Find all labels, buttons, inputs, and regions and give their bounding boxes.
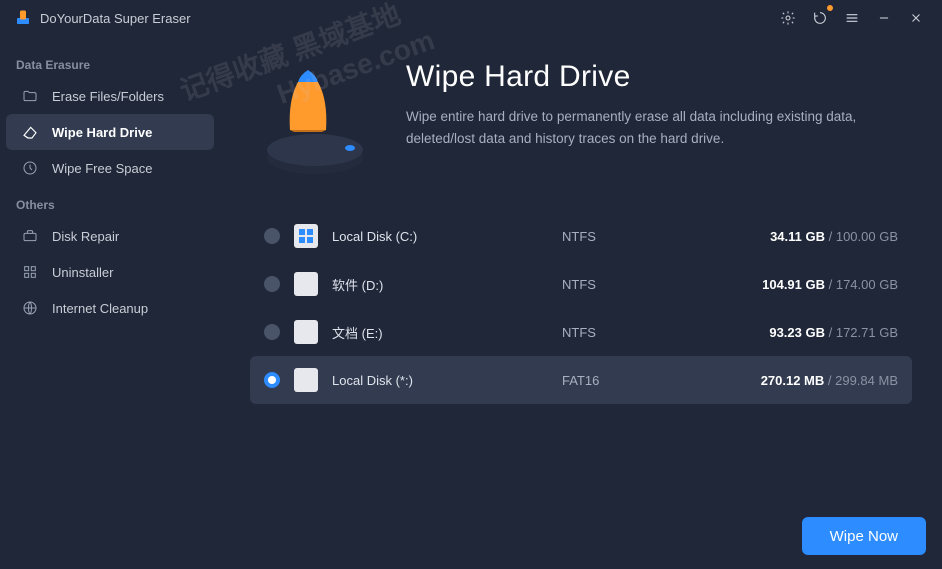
app-logo-icon <box>14 9 32 27</box>
drive-row[interactable]: Local Disk (C:)NTFS34.11 GB / 100.00 GB <box>250 212 912 260</box>
menu-icon[interactable] <box>840 6 864 30</box>
sidebar-group-others: Others <box>0 186 220 218</box>
drive-filesystem: NTFS <box>562 277 702 292</box>
grid-icon <box>20 262 40 282</box>
radio-icon[interactable] <box>264 372 280 388</box>
drive-name: Local Disk (C:) <box>332 229 562 244</box>
sidebar-item-wipe-free-space[interactable]: Wipe Free Space <box>6 150 214 186</box>
drive-row[interactable]: Local Disk (*:)FAT16270.12 MB / 299.84 M… <box>250 356 912 404</box>
drive-size: 104.91 GB / 174.00 GB <box>702 277 898 292</box>
toolbox-icon <box>20 226 40 246</box>
drive-icon <box>294 320 318 344</box>
drive-list: Local Disk (C:)NTFS34.11 GB / 100.00 GB软… <box>250 212 912 404</box>
drive-size: 270.12 MB / 299.84 MB <box>702 373 898 388</box>
drive-row[interactable]: 软件 (D:)NTFS104.91 GB / 174.00 GB <box>250 260 912 308</box>
radio-icon[interactable] <box>264 228 280 244</box>
drive-name: 软件 (D:) <box>332 275 562 294</box>
drive-name: 文档 (E:) <box>332 323 562 342</box>
drive-icon <box>294 272 318 296</box>
settings-gear-icon[interactable] <box>776 6 800 30</box>
sidebar-item-label: Disk Repair <box>52 229 119 244</box>
sidebar-item-label: Internet Cleanup <box>52 301 148 316</box>
sidebar-item-label: Wipe Hard Drive <box>52 125 152 140</box>
app-title: DoYourData Super Eraser <box>40 11 768 26</box>
drive-size: 93.23 GB / 172.71 GB <box>702 325 898 340</box>
radio-icon[interactable] <box>264 324 280 340</box>
sidebar-item-internet-cleanup[interactable]: Internet Cleanup <box>6 290 214 326</box>
sidebar-item-disk-repair[interactable]: Disk Repair <box>6 218 214 254</box>
radio-icon[interactable] <box>264 276 280 292</box>
drive-size: 34.11 GB / 100.00 GB <box>702 229 898 244</box>
sidebar-item-label: Wipe Free Space <box>52 161 152 176</box>
drive-filesystem: FAT16 <box>562 373 702 388</box>
globe-icon <box>20 298 40 318</box>
wipe-now-button[interactable]: Wipe Now <box>802 517 926 555</box>
page-description: Wipe entire hard drive to permanently er… <box>406 106 876 149</box>
sidebar-item-wipe-drive[interactable]: Wipe Hard Drive <box>6 114 214 150</box>
drive-name: Local Disk (*:) <box>332 373 562 388</box>
clock-icon <box>20 158 40 178</box>
folder-icon <box>20 86 40 106</box>
sidebar-group-data-erasure: Data Erasure <box>0 46 220 78</box>
page-title: Wipe Hard Drive <box>406 60 876 94</box>
sidebar-item-label: Erase Files/Folders <box>52 89 164 104</box>
eraser-icon <box>20 122 40 142</box>
sidebar-item-erase-files[interactable]: Erase Files/Folders <box>6 78 214 114</box>
drive-row[interactable]: 文档 (E:)NTFS93.23 GB / 172.71 GB <box>250 308 912 356</box>
drive-filesystem: NTFS <box>562 325 702 340</box>
hero-brush-drive-icon <box>250 60 380 190</box>
minimize-button[interactable] <box>872 6 896 30</box>
titlebar: DoYourData Super Eraser <box>0 0 942 36</box>
main-content: Wipe Hard Drive Wipe entire hard drive t… <box>220 36 942 569</box>
hero: Wipe Hard Drive Wipe entire hard drive t… <box>250 60 912 190</box>
close-button[interactable] <box>904 6 928 30</box>
update-icon[interactable] <box>808 6 832 30</box>
drive-icon <box>294 224 318 248</box>
drive-icon <box>294 368 318 392</box>
sidebar-item-uninstaller[interactable]: Uninstaller <box>6 254 214 290</box>
sidebar: Data Erasure Erase Files/Folders Wipe Ha… <box>0 36 220 569</box>
sidebar-item-label: Uninstaller <box>52 265 113 280</box>
drive-filesystem: NTFS <box>562 229 702 244</box>
